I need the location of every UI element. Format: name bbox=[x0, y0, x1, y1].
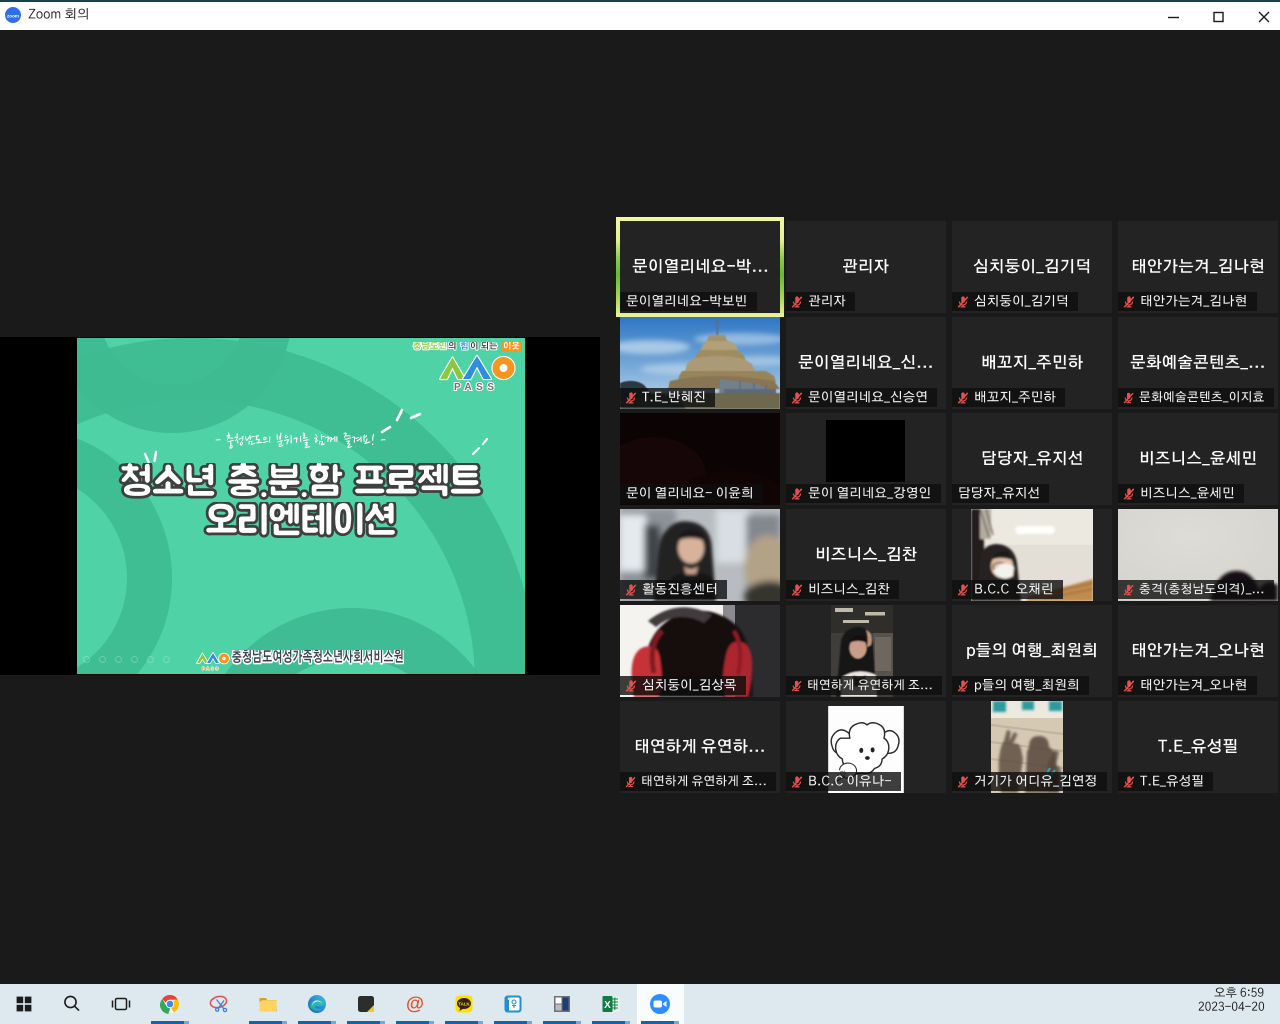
svg-text:PASS: PASS bbox=[202, 666, 220, 671]
svg-text:zoom: zoom bbox=[7, 14, 19, 19]
svg-text:TALK: TALK bbox=[458, 1001, 470, 1006]
svg-text:PASS: PASS bbox=[454, 382, 499, 391]
svg-text:X: X bbox=[604, 1000, 611, 1011]
svg-text:@: @ bbox=[406, 994, 424, 1014]
